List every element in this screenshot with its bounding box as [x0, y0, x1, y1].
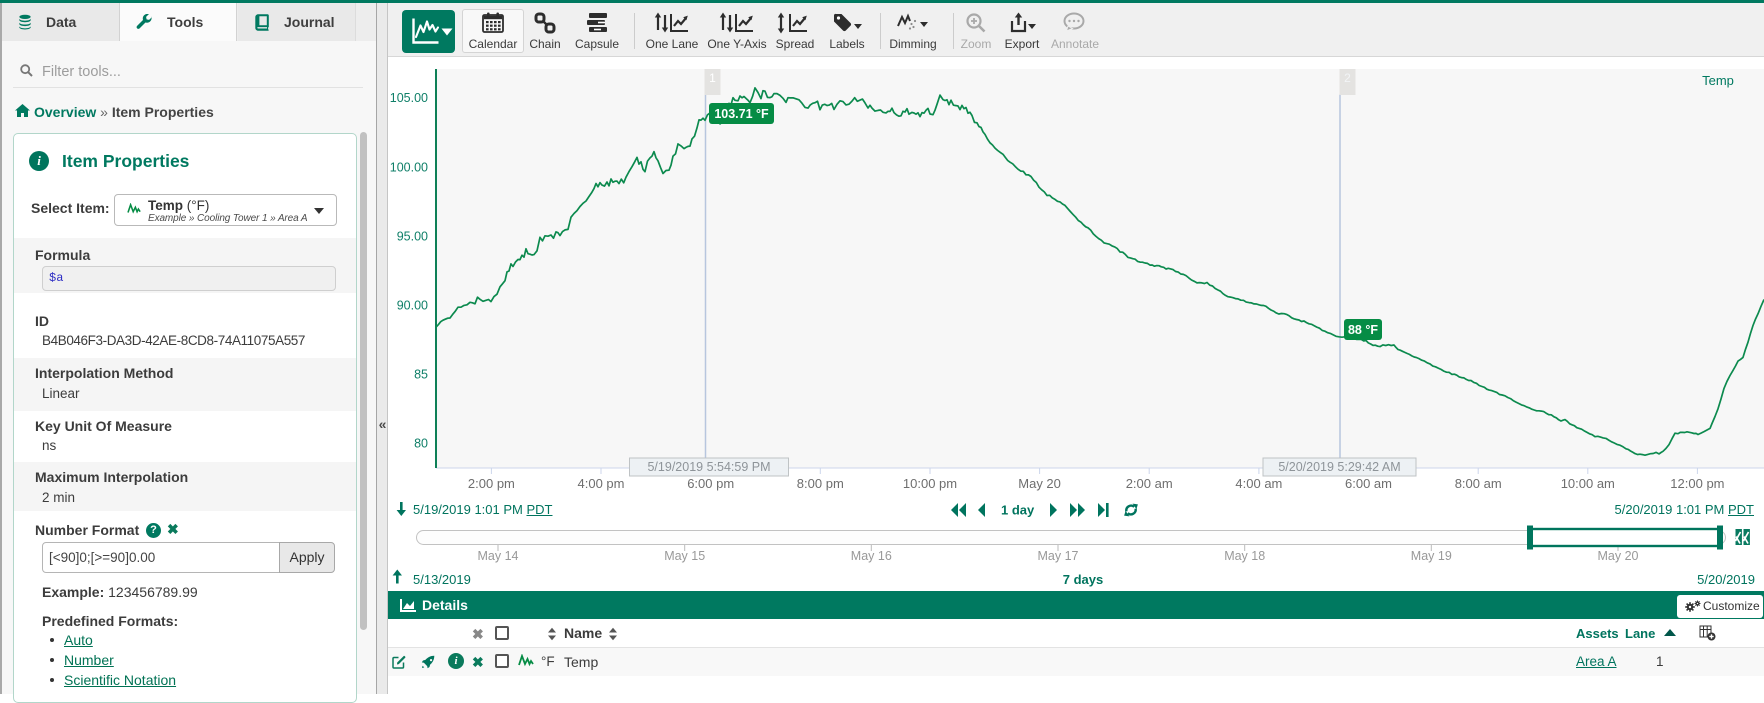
svg-text:105.00: 105.00 — [390, 91, 428, 105]
svg-text:88 °F: 88 °F — [1348, 323, 1378, 337]
svg-text:7 days: 7 days — [1063, 572, 1103, 587]
svg-text:90.00: 90.00 — [397, 298, 428, 312]
svg-text:5/20/2019: 5/20/2019 — [1697, 572, 1755, 587]
svg-text:May 18: May 18 — [1224, 549, 1265, 563]
svg-text:May 16: May 16 — [851, 549, 892, 563]
svg-text:2: 2 — [1344, 71, 1351, 85]
svg-text:Temp: Temp — [1702, 73, 1734, 88]
svg-text:May 15: May 15 — [664, 549, 705, 563]
svg-text:May 17: May 17 — [1038, 549, 1079, 563]
svg-text:2:00 am: 2:00 am — [1126, 476, 1173, 491]
svg-text:May 14: May 14 — [478, 549, 519, 563]
svg-text:103.71 °F: 103.71 °F — [714, 107, 769, 121]
svg-text:10:00 am: 10:00 am — [1561, 476, 1615, 491]
svg-text:5/20/2019 5:29:42 AM: 5/20/2019 5:29:42 AM — [1278, 460, 1400, 474]
svg-text:8:00 am: 8:00 am — [1455, 476, 1502, 491]
svg-text:12:00 pm: 12:00 pm — [1670, 476, 1724, 491]
svg-text:8:00 pm: 8:00 pm — [797, 476, 844, 491]
svg-text:5/13/2019: 5/13/2019 — [413, 572, 471, 587]
svg-text:2:00 pm: 2:00 pm — [468, 476, 515, 491]
svg-text:100.00: 100.00 — [390, 160, 428, 174]
svg-text:May 20: May 20 — [1598, 549, 1639, 563]
svg-text:85: 85 — [414, 367, 428, 381]
svg-text:May 20: May 20 — [1018, 476, 1061, 491]
svg-text:6:00 am: 6:00 am — [1345, 476, 1392, 491]
svg-text:80: 80 — [414, 436, 428, 450]
svg-text:5/19/2019 5:54:59 PM: 5/19/2019 5:54:59 PM — [647, 460, 770, 474]
svg-text:1: 1 — [709, 71, 716, 85]
svg-text:10:00 pm: 10:00 pm — [903, 476, 957, 491]
svg-text:95.00: 95.00 — [397, 229, 428, 243]
svg-text:May 19: May 19 — [1411, 549, 1452, 563]
svg-text:1 day: 1 day — [1001, 503, 1035, 518]
svg-text:6:00 pm: 6:00 pm — [687, 476, 734, 491]
svg-text:4:00 am: 4:00 am — [1235, 476, 1282, 491]
svg-text:4:00 pm: 4:00 pm — [578, 476, 625, 491]
